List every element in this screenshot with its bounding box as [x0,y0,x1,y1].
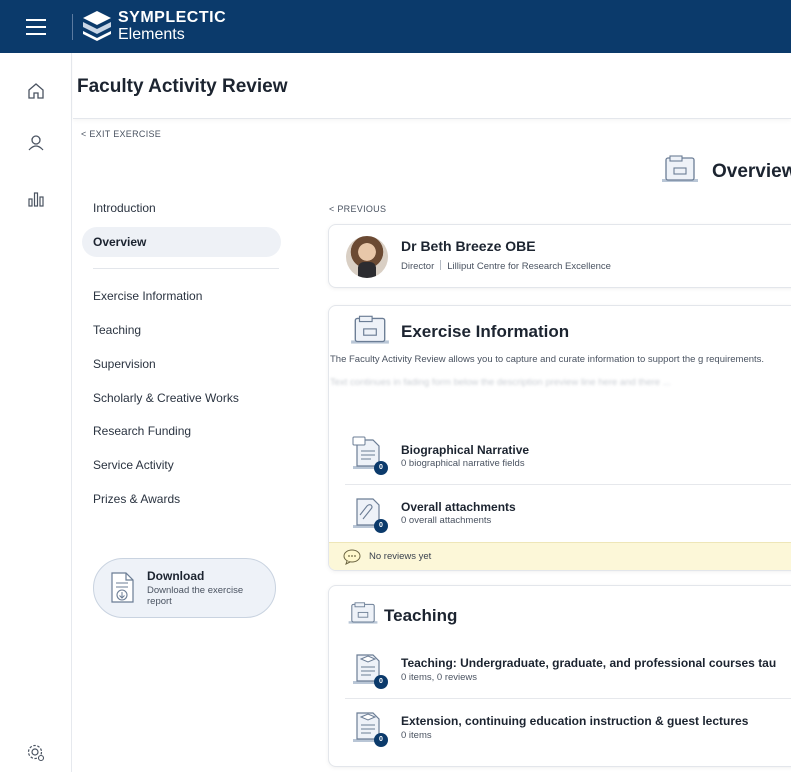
top-bar: SYMPLECTIC Elements [0,0,791,53]
person-name: Dr Beth Breeze OBE [401,238,536,254]
download-icon [111,572,134,603]
download-subtitle: Download the exercise report [147,585,244,607]
home-icon[interactable] [26,81,46,101]
sidenav-item-teaching[interactable]: Teaching [93,323,141,337]
teaching-title: Teaching [384,606,458,625]
previous-link[interactable]: < PREVIOUS [329,204,386,214]
sidenav-item-service-activity[interactable]: Service Activity [93,458,174,472]
symplectic-logo-icon[interactable] [80,9,114,43]
topbar-divider [72,14,73,40]
page-header: Faculty Activity Review [73,53,791,119]
row-divider [345,484,791,485]
folder-icon [662,155,698,182]
teaching-courses-title[interactable]: Teaching: Undergraduate, graduate, and p… [401,656,776,670]
exercise-description: The Faculty Activity Review allows you t… [330,354,791,389]
sidenav-item-overview[interactable]: Overview [93,235,146,249]
person-card: Dr Beth Breeze OBE Director Lilliput Cent… [328,224,791,288]
biographical-narrative-title[interactable]: Biographical Narrative [401,443,529,457]
teaching-card: Teaching 0 Teaching: Undergraduate, grad… [328,585,791,767]
folder-icon [351,315,389,344]
menu-icon[interactable] [0,0,72,53]
chart-icon[interactable] [26,189,46,209]
folder-icon [348,602,378,624]
exercise-description-faded: Text continues in fading form below the … [330,377,671,388]
chat-icon [343,549,361,565]
exercise-information-title: Exercise Information [401,322,570,341]
brand-name: SYMPLECTIC [118,9,227,26]
sidenav-item-scholarly-creative-works[interactable]: Scholarly & Creative Works [93,391,239,405]
exercise-description-text: The Faculty Activity Review allows you t… [330,354,765,365]
teaching-courses-count-badge: 0 [374,675,388,689]
exercise-information-card: Exercise Information The Faculty Activit… [328,305,791,571]
settings-icon[interactable] [26,743,46,763]
extension-lectures-subtitle: 0 items [401,730,432,741]
sidenav-item-supervision[interactable]: Supervision [93,357,156,371]
extension-count-badge: 0 [374,733,388,747]
exit-exercise-link[interactable]: < EXIT EXERCISE [81,129,161,139]
biographical-count-badge: 0 [374,461,388,475]
sidenav-divider [93,268,279,269]
brand-product: Elements [118,26,185,43]
biographical-narrative-subtitle: 0 biographical narrative fields [401,458,525,469]
reviews-status-bar: No reviews yet [329,542,791,570]
download-report-button[interactable]: Download Download the exercise report [93,558,276,618]
overall-attachments-subtitle: 0 overall attachments [401,515,492,526]
avatar [346,236,388,278]
user-icon[interactable] [26,133,46,153]
attachments-count-badge: 0 [374,519,388,533]
person-organisation: Lilliput Centre for Research Excellence [447,261,611,272]
sidenav-item-prizes-awards[interactable]: Prizes & Awards [93,492,180,506]
row-divider [345,698,791,699]
left-rail [0,53,72,772]
download-title: Download [147,569,205,583]
person-title: Director [401,261,435,272]
overview-heading-text: Overview [712,161,791,182]
sidenav-item-exercise-information[interactable]: Exercise Information [93,289,202,303]
sidenav-item-introduction[interactable]: Introduction [93,201,156,215]
page-title: Faculty Activity Review [77,76,288,97]
sidenav-item-research-funding[interactable]: Research Funding [93,424,191,438]
no-reviews-text: No reviews yet [369,551,432,562]
person-role: Director Lilliput Centre for Research Exc… [401,260,611,272]
teaching-courses-subtitle: 0 items, 0 reviews [401,672,478,683]
overall-attachments-title[interactable]: Overall attachments [401,500,516,514]
extension-lectures-title[interactable]: Extension, continuing education instruct… [401,714,748,728]
